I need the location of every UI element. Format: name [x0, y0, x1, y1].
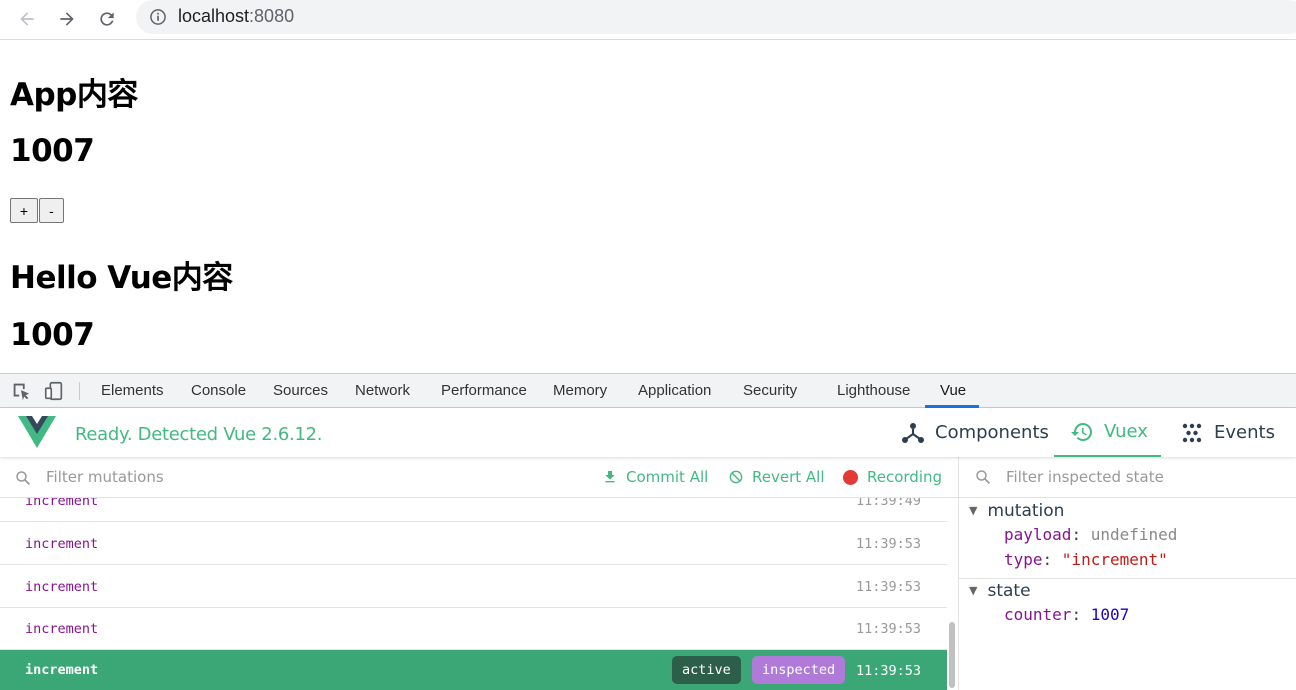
tab-elements[interactable]: Elements	[101, 382, 164, 399]
nav-vuex-label: Vuex	[1104, 421, 1148, 442]
inspect-element-icon[interactable]	[10, 380, 32, 402]
forward-arrow-icon	[60, 12, 74, 26]
counter-property: counter: 1007	[1004, 605, 1130, 624]
type-property: type: "increment"	[1004, 550, 1168, 569]
tab-console[interactable]: Console	[191, 382, 246, 399]
page-content: App内容 1007 + - Hello Vue内容 1007	[0, 41, 1296, 373]
section-divider	[959, 578, 1296, 579]
revert-all-button[interactable]: Revert All	[728, 468, 825, 486]
payload-key: payload	[1004, 525, 1072, 544]
tab-vue[interactable]: Vue	[940, 382, 966, 399]
reload-button[interactable]	[92, 4, 122, 34]
filter-mutations-input[interactable]	[46, 466, 306, 488]
mutation-name: increment	[25, 498, 99, 509]
mutation-time: 11:39:49	[855, 498, 921, 509]
nav-events[interactable]: Events	[1180, 408, 1275, 457]
download-icon	[605, 471, 615, 483]
recording-label: Recording	[867, 468, 943, 486]
reload-icon	[100, 12, 114, 26]
block-icon	[729, 470, 743, 484]
filter-state-input[interactable]	[1006, 466, 1276, 488]
payload-value: undefined	[1090, 525, 1178, 544]
url-text: localhost:8080	[178, 6, 294, 27]
mutation-row[interactable]: increment 11:39:53	[0, 566, 947, 608]
caret-down-icon: ▼	[969, 504, 978, 517]
mutation-row-selected[interactable]: increment active inspected 11:39:53	[0, 650, 947, 690]
mutation-section-toggle[interactable]: ▼ mutation	[969, 501, 1064, 521]
address-bar[interactable]: localhost:8080	[136, 0, 1296, 34]
mutations-scrollbar[interactable]	[949, 622, 955, 688]
commit-all-button[interactable]: Commit All	[602, 468, 708, 486]
mutation-name: increment	[25, 662, 99, 678]
mutation-time: 11:39:53	[855, 621, 921, 637]
state-section-toggle[interactable]: ▼ state	[969, 581, 1031, 601]
state-inspector: ▼ mutation payload: undefined type: "incr…	[959, 498, 1296, 690]
counter-value: 1007	[1090, 605, 1130, 624]
tab-security[interactable]: Security	[743, 382, 797, 399]
events-icon	[1182, 423, 1202, 442]
forward-button[interactable]	[52, 4, 82, 34]
mutation-time: 11:39:53	[855, 663, 921, 679]
commit-all-label: Commit All	[626, 468, 709, 486]
vue-logo-icon	[18, 416, 56, 448]
back-button[interactable]	[12, 4, 42, 34]
vue-devtools-header: Ready. Detected Vue 2.6.12. Components V…	[0, 408, 1296, 457]
counter-key: counter	[1004, 605, 1072, 624]
vue-status-text: Ready. Detected Vue 2.6.12.	[75, 424, 323, 445]
devtools-tab-bar: Elements Console Sources Network Perform…	[0, 373, 1296, 408]
tab-performance[interactable]: Performance	[441, 382, 527, 399]
nav-vuex[interactable]: Vuex	[1054, 408, 1161, 457]
back-arrow-icon	[20, 12, 34, 26]
mutation-row[interactable]: increment 11:39:53	[0, 523, 947, 565]
mutation-time: 11:39:53	[855, 536, 921, 552]
mutation-section-label: mutation	[987, 501, 1065, 521]
increment-button[interactable]: +	[10, 198, 38, 223]
active-badge: active	[672, 656, 741, 684]
mutation-name: increment	[25, 621, 99, 637]
app-heading: App内容	[10, 77, 138, 113]
revert-all-label: Revert All	[752, 468, 825, 486]
tab-application[interactable]: Application	[638, 382, 711, 399]
device-toolbar-icon[interactable]	[43, 380, 65, 402]
inspected-badge: inspected	[752, 656, 846, 684]
search-icon	[976, 470, 990, 484]
search-icon	[16, 471, 30, 485]
record-icon	[843, 469, 858, 485]
state-toolbar	[959, 457, 1296, 498]
payload-property: payload: undefined	[1004, 525, 1178, 544]
mutations-toolbar: Commit All Revert All Recording	[0, 457, 959, 498]
mutation-name: increment	[25, 536, 99, 552]
url-port: :8080	[249, 6, 295, 26]
app-counter: 1007	[10, 133, 95, 169]
mutation-name: increment	[25, 579, 99, 595]
type-key: type	[1004, 550, 1043, 569]
mutation-row[interactable]: increment 11:39:53	[0, 608, 947, 650]
tab-sources[interactable]: Sources	[273, 382, 328, 399]
tab-network[interactable]: Network	[355, 382, 410, 399]
components-icon	[902, 422, 924, 443]
mutations-list: increment 11:39:49 increment 11:39:53 in…	[0, 498, 947, 690]
type-value: "increment"	[1061, 550, 1168, 569]
mutation-row[interactable]: increment 11:39:49	[0, 498, 947, 522]
caret-down-icon: ▼	[969, 584, 978, 597]
toolbar-divider	[79, 382, 80, 400]
tab-lighthouse[interactable]: Lighthouse	[837, 382, 910, 399]
nav-components-label: Components	[935, 422, 1049, 443]
tab-memory[interactable]: Memory	[553, 382, 607, 399]
hello-counter: 1007	[10, 317, 95, 353]
nav-components[interactable]: Components	[901, 408, 1049, 457]
hello-heading: Hello Vue内容	[10, 260, 233, 296]
browser-toolbar: localhost:8080	[0, 0, 1296, 40]
url-host: localhost	[178, 6, 250, 26]
info-icon[interactable]	[148, 7, 168, 27]
counter-buttons: + -	[10, 198, 64, 223]
mutation-time: 11:39:53	[855, 579, 921, 595]
state-section-label: state	[987, 581, 1031, 601]
decrement-button[interactable]: -	[39, 198, 64, 223]
history-icon	[1071, 422, 1092, 441]
recording-toggle[interactable]: Recording	[843, 468, 942, 486]
nav-events-label: Events	[1214, 422, 1275, 443]
